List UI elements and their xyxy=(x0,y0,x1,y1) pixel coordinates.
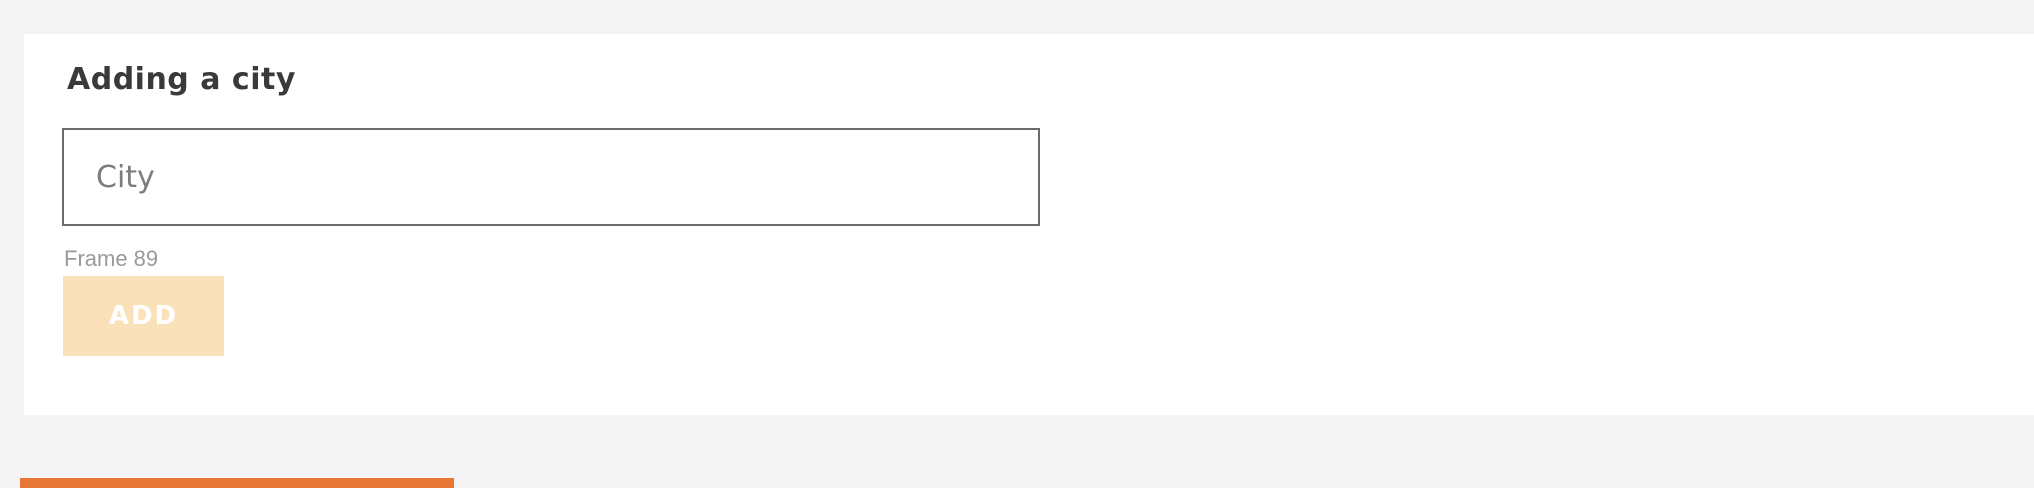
add-button[interactable]: ADD xyxy=(63,276,224,356)
city-input[interactable] xyxy=(62,128,1040,226)
card-title: Adding a city xyxy=(67,62,296,97)
add-city-card: Adding a city Frame 89 ADD xyxy=(24,34,2034,415)
bottom-action-bar[interactable] xyxy=(20,478,454,488)
frame-label: Frame 89 xyxy=(64,246,159,271)
